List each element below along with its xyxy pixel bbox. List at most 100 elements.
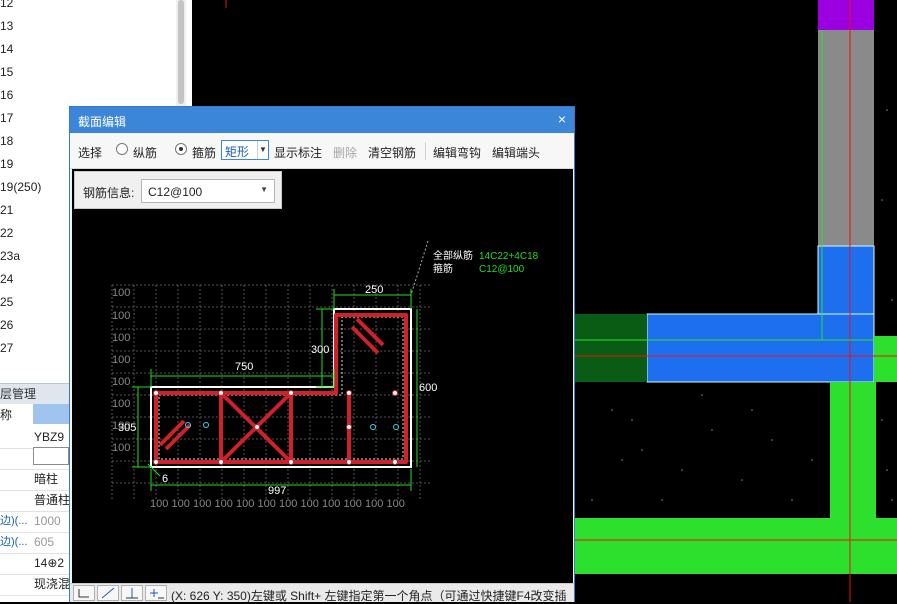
wall-dark-green [575, 314, 647, 382]
grid-label: 100 [112, 376, 130, 388]
stirrups [154, 313, 408, 464]
property-value[interactable]: 14⊕2 [34, 553, 64, 573]
wall-green-vertical [830, 382, 876, 518]
list-item[interactable]: 17 [0, 108, 13, 128]
dialog-toolbar: 选择 纵筋 箍筋 矩形 ▼ 显示标注 删除 清空钢筋 编辑弯钩 编辑端头 [70, 134, 574, 169]
grid-label: 100 [193, 498, 211, 510]
wall-blue-horizontal [646, 313, 875, 383]
property-value[interactable]: 1000 [34, 511, 61, 531]
property-value[interactable]: 暗柱 [34, 469, 58, 489]
rebar-info-label: 钢筋信息: [83, 186, 135, 200]
column-gray-block [818, 30, 874, 246]
grid-label: 100 [365, 498, 383, 510]
list-item[interactable]: 25 [0, 292, 13, 312]
list-item[interactable]: 15 [0, 62, 13, 82]
list-item[interactable]: 19 [0, 154, 13, 174]
list-item[interactable]: 22 [0, 223, 13, 243]
property-value[interactable]: YBZ9 [34, 427, 64, 447]
list-item[interactable]: 23a [0, 246, 20, 266]
section-edit-dialog: 截面编辑 × 选择 纵筋 箍筋 矩形 ▼ 显示标注 删除 清空钢筋 编辑弯钩 编… [69, 106, 575, 603]
list-item[interactable]: 12 [0, 0, 13, 13]
list-scrollbar-thumb[interactable] [178, 0, 184, 104]
grid-label: 100 [112, 332, 130, 344]
property-value[interactable]: 现浇混 [34, 574, 70, 594]
property-value[interactable]: 605 [34, 532, 54, 552]
tie-hook-top-2 [350, 325, 380, 355]
snap-perpendicular-icon[interactable] [121, 585, 143, 601]
dim-small: 6 [162, 473, 168, 485]
property-key: 边)(... [0, 536, 28, 548]
name-column-label: 称 [0, 408, 13, 422]
dim-left-leg: 300 [311, 344, 329, 356]
rebar-info-panel: 钢筋信息: C12@100 ▼ [74, 171, 282, 209]
outer-stirrup [154, 313, 408, 464]
snap-add-icon[interactable] [145, 585, 167, 601]
shape-dropdown-value: 矩形 [225, 145, 250, 159]
dim-right-height: 600 [419, 382, 437, 394]
name-column-header [33, 404, 70, 424]
layer-panel-title[interactable]: 层管理 [0, 385, 36, 402]
show-dimensions-button[interactable]: 显示标注 [274, 144, 322, 161]
rebar-info-dropdown[interactable]: C12@100 ▼ [141, 179, 275, 203]
shape-type-select[interactable] [33, 447, 69, 465]
longitudinal-radio[interactable] [116, 143, 128, 155]
list-item[interactable]: 18 [0, 131, 13, 151]
grid-label: 100 [112, 310, 130, 322]
delete-button[interactable]: 删除 [333, 144, 357, 161]
section-canvas[interactable]: 100 100 100 100 100 100 100 100 100 100 100 100 100 1… [72, 169, 573, 583]
clear-rebar-button[interactable]: 清空钢筋 [368, 144, 416, 161]
dim-flange-length: 750 [235, 361, 253, 373]
close-icon[interactable]: × [558, 111, 566, 127]
toolbar-separator [425, 142, 426, 160]
annotation-stirrup-label: 箍筋 [433, 262, 453, 275]
annotation-stirrup-value: C12@100 [479, 264, 525, 275]
chevron-down-icon[interactable]: ▼ [257, 141, 268, 159]
list-item[interactable]: 19(250) [0, 177, 41, 197]
dim-bottom-total: 997 [268, 485, 286, 497]
dialog-status-bar: (X: 626 Y: 350)左键或 Shift+ 左键指定第一个角点（可通过快… [70, 583, 574, 603]
longitudinal-label[interactable]: 纵筋 [133, 144, 157, 161]
grid-label: 100 [322, 498, 340, 510]
grid-label: 100 [301, 498, 319, 510]
stirrup-radio[interactable] [175, 143, 187, 155]
annotation-all-long-label: 全部纵筋 [433, 249, 473, 262]
shape-dropdown[interactable]: 矩形 ▼ [221, 140, 269, 160]
chevron-down-icon[interactable]: ▼ [260, 185, 268, 194]
stirrup-label[interactable]: 箍筋 [192, 144, 216, 161]
edit-end-button[interactable]: 编辑端头 [492, 144, 540, 161]
list-item[interactable]: 26 [0, 315, 13, 335]
rebar-info-value: C12@100 [148, 185, 203, 199]
polar-mode-icon[interactable] [97, 585, 119, 601]
dim-top-width: 250 [365, 284, 383, 296]
list-item[interactable]: 13 [0, 16, 13, 36]
select-button[interactable]: 选择 [78, 144, 102, 161]
grid-label: 100 [387, 498, 405, 510]
list-item[interactable]: 14 [0, 39, 13, 59]
property-value[interactable]: 普通柱 [34, 490, 70, 510]
wall-green-bottom [575, 518, 897, 574]
grid-label: 100 [150, 498, 168, 510]
annotation-all-long-value: 14C22+4C18 [479, 251, 539, 262]
grid-label: 100 [112, 287, 130, 299]
grid-label: 100 [258, 498, 276, 510]
list-item[interactable]: 24 [0, 269, 13, 289]
section-drawing[interactable]: 100100100100100100100100100 100 100 100 100 1… [72, 169, 573, 583]
column-purple-block [818, 0, 874, 30]
grid-label: 100 [236, 498, 254, 510]
property-key: 边)(... [0, 515, 28, 527]
dialog-title-bar[interactable]: 截面编辑 × [70, 107, 574, 133]
ortho-mode-icon[interactable] [73, 585, 95, 601]
grid-label: 100 [112, 398, 130, 410]
grid-label: 100 [112, 354, 130, 366]
dim-left-height: 305 [118, 422, 136, 434]
list-item[interactable]: 27 [0, 338, 13, 358]
edit-hook-button[interactable]: 编辑弯钩 [433, 144, 481, 161]
grid-label: 100 [215, 498, 233, 510]
grid-label: 100 [279, 498, 297, 510]
list-item[interactable]: 16 [0, 85, 13, 105]
grid-label: 100 [344, 498, 362, 510]
list-item[interactable]: 21 [0, 200, 13, 220]
section-annotation: 全部纵筋 14C22+4C18 箍筋 C12@100 [433, 249, 539, 275]
tie-hook-top-1 [355, 317, 385, 347]
wall-green-right [874, 336, 897, 382]
